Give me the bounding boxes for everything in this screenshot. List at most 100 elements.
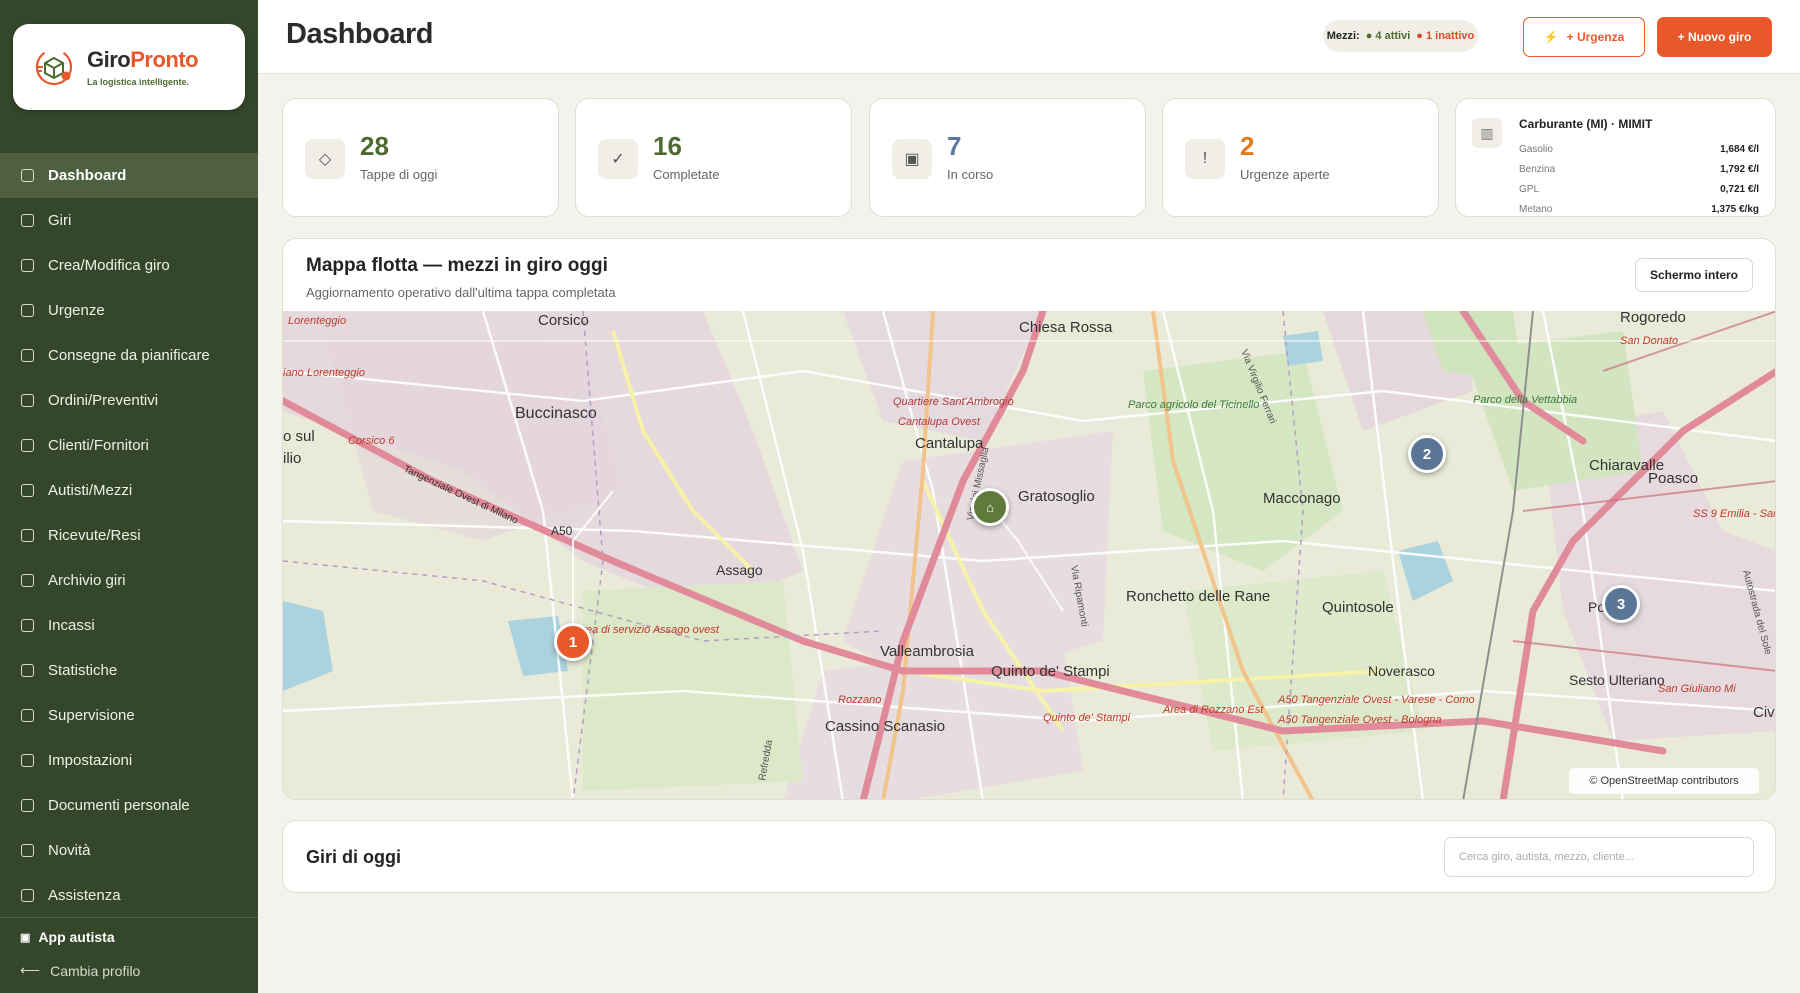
- sidebar-item-label: Ricevute/Resi: [48, 527, 141, 544]
- place-label: Buccinasco: [515, 405, 597, 422]
- vehicle-marker-2[interactable]: 2: [1408, 435, 1446, 473]
- sidebar-item-impostazioni[interactable]: Impostazioni: [0, 738, 258, 783]
- brand-tagline: La logistica intelligente.: [87, 77, 190, 87]
- checkbox-icon: [21, 889, 34, 902]
- fuel-title: Carburante (MI) · MIMIT: [1519, 117, 1653, 131]
- change-profile-link[interactable]: ⟵ Cambia profilo: [20, 962, 140, 979]
- checkbox-icon: [21, 349, 34, 362]
- fuel-price: 1,792 €/l: [1720, 163, 1759, 175]
- sidebar-item-supervisione[interactable]: Supervisione: [0, 693, 258, 738]
- fullscreen-button[interactable]: Schermo intero: [1635, 258, 1753, 292]
- checkbox-icon: [21, 619, 34, 632]
- phone-icon: ▣: [20, 931, 31, 944]
- checkbox-icon: [21, 304, 34, 317]
- stat-label: Urgenze aperte: [1240, 167, 1330, 182]
- place-label: SS 9 Emilia - San Do: [1693, 508, 1776, 520]
- brand-name-part1: Giro: [87, 47, 131, 72]
- sidebar-item-novita[interactable]: Novità: [0, 828, 258, 873]
- sidebar-item-crea-modifica-giro[interactable]: Crea/Modifica giro: [0, 243, 258, 288]
- new-tour-button[interactable]: + Nuovo giro: [1657, 17, 1772, 57]
- fuel-name: Gasolio: [1519, 143, 1553, 155]
- place-label: Ronchetto delle Rane: [1126, 588, 1270, 605]
- stat-value: 7: [947, 131, 962, 161]
- fuel-row: Metano 1,375 €/kg: [1519, 200, 1759, 216]
- place-label: Quinto de' Stampi: [1043, 712, 1131, 724]
- sidebar-item-dashboard[interactable]: Dashboard: [0, 153, 258, 198]
- sidebar-item-label: Urgenze: [48, 302, 105, 319]
- tours-search-input[interactable]: [1444, 837, 1754, 877]
- place-label: Parco agricolo del Ticinello: [1128, 399, 1259, 411]
- place-label: Valleambrosia: [880, 643, 975, 660]
- sidebar-item-ordini[interactable]: Ordini/Preventivi: [0, 378, 258, 423]
- map-title: Mappa flotta — mezzi in giro oggi: [306, 255, 608, 276]
- sidebar-item-archivio[interactable]: Archivio giri: [0, 558, 258, 603]
- fuel-row: Benzina 1,792 €/l: [1519, 160, 1759, 178]
- brand-name-part2: Pronto: [130, 47, 199, 72]
- sidebar-item-autisti[interactable]: Autisti/Mezzi: [0, 468, 258, 513]
- stat-card-urgenze: ! 2 Urgenze aperte: [1162, 98, 1439, 217]
- today-tours-title: Giri di oggi: [306, 847, 401, 867]
- sidebar-item-label: Autisti/Mezzi: [48, 482, 133, 499]
- vehicle-marker-3[interactable]: 3: [1602, 585, 1640, 623]
- add-urgency-label: + Urgenza: [1566, 30, 1625, 44]
- sidebar-item-incassi[interactable]: Incassi: [0, 603, 258, 648]
- fuel-row: Gasolio 1,684 €/l: [1519, 140, 1759, 158]
- stat-card-completate: ✓ 16 Completate: [575, 98, 852, 217]
- fuel-price: 1,684 €/l: [1720, 143, 1759, 155]
- fleet-label: Mezzi:: [1326, 30, 1360, 42]
- add-urgency-button[interactable]: ⚡ + Urgenza: [1523, 17, 1645, 57]
- sidebar-item-ricevute[interactable]: Ricevute/Resi: [0, 513, 258, 558]
- sidebar-item-consegne[interactable]: Consegne da pianificare: [0, 333, 258, 378]
- place-label: San Donato: [1620, 335, 1678, 347]
- map-canvas[interactable]: Corsico Chiesa Rossa Rogoredo San Donato…: [283, 311, 1776, 799]
- app-driver-label: App autista: [38, 929, 115, 945]
- place-label: Quartiere Sant'Ambrogio: [893, 396, 1014, 408]
- sidebar-item-clienti[interactable]: Clienti/Fornitori: [0, 423, 258, 468]
- sidebar-item-label: Archivio giri: [48, 572, 126, 589]
- sidebar-item-label: Giri: [48, 212, 72, 229]
- place-label: Quintosole: [1322, 599, 1394, 616]
- sidebar-item-label: Clienti/Fornitori: [48, 437, 149, 454]
- sidebar-item-label: Crea/Modifica giro: [48, 257, 170, 274]
- checkbox-icon: [21, 799, 34, 812]
- fuel-pump-icon: ▥: [1472, 118, 1502, 148]
- checkbox-icon: [21, 484, 34, 497]
- place-label: San Giuliano Mi: [1658, 683, 1736, 695]
- sidebar-item-label: Documenti personale: [48, 797, 190, 814]
- sidebar-item-giri[interactable]: Giri: [0, 198, 258, 243]
- logo-card[interactable]: GiroPronto La logistica intelligente.: [13, 24, 245, 110]
- depot-home-marker[interactable]: ⌂: [971, 488, 1009, 526]
- stat-card-in-corso: ▣ 7 In corso: [869, 98, 1146, 217]
- place-label: Noverasco: [1368, 663, 1435, 679]
- sidebar-item-assistenza[interactable]: Assistenza: [0, 873, 258, 918]
- fleet-status-badge: Mezzi: ● 4 attivi ● 1 inattivo: [1323, 20, 1478, 52]
- sidebar-item-label: Impostazioni: [48, 752, 133, 769]
- sidebar-item-statistiche[interactable]: Statistiche: [0, 648, 258, 693]
- map-attribution[interactable]: © OpenStreetMap contributors: [1569, 768, 1759, 794]
- place-label: Quinto de' Stampi: [991, 663, 1110, 680]
- arrow-left-icon: ⟵: [20, 962, 41, 978]
- diamond-icon: ◇: [305, 139, 345, 179]
- lightning-icon: ⚡: [1543, 30, 1559, 44]
- place-label: iano Lorenteggio: [283, 367, 365, 379]
- sidebar-item-documenti[interactable]: Documenti personale: [0, 783, 258, 828]
- fuel-row: GPL 0,721 €/l: [1519, 180, 1759, 198]
- sidebar: GiroPronto La logistica intelligente. Da…: [0, 0, 258, 993]
- place-label: Gratosoglio: [1018, 488, 1095, 505]
- place-label: Cantalupa: [915, 435, 984, 452]
- app-driver-link[interactable]: ▣ App autista: [20, 929, 115, 945]
- map-tiles: Corsico Chiesa Rossa Rogoredo San Donato…: [283, 311, 1776, 799]
- map-subtitle: Aggiornamento operativo dall'ultima tapp…: [306, 285, 616, 300]
- place-label: Parco della Vettabbia: [1473, 394, 1577, 406]
- stat-value: 2: [1240, 131, 1255, 161]
- fleet-map-panel: Mappa flotta — mezzi in giro oggi Aggior…: [282, 238, 1776, 800]
- alert-icon: !: [1185, 139, 1225, 179]
- checkbox-icon: [21, 394, 34, 407]
- stat-value: 16: [653, 131, 682, 161]
- checkbox-icon: [21, 439, 34, 452]
- sidebar-item-label: Incassi: [48, 617, 95, 634]
- checkbox-icon: [21, 709, 34, 722]
- vehicle-marker-1[interactable]: 1: [554, 623, 592, 661]
- sidebar-item-urgenze[interactable]: Urgenze: [0, 288, 258, 333]
- checkbox-icon: [21, 844, 34, 857]
